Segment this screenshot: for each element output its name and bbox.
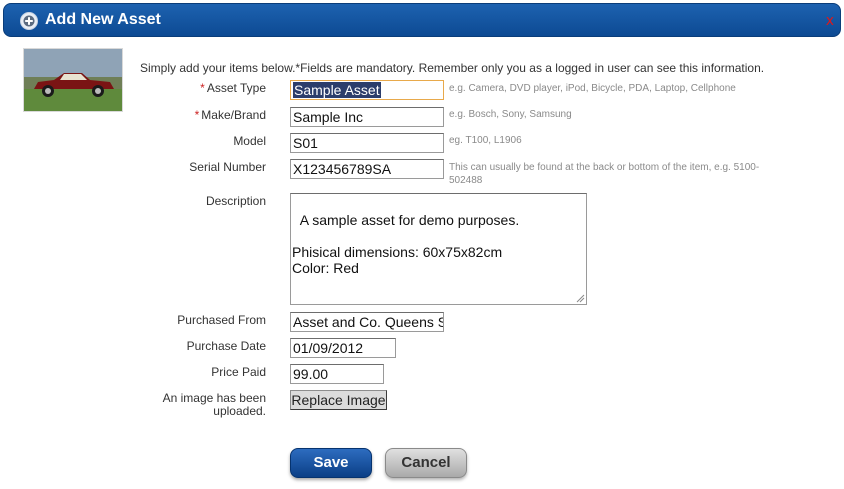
- purchase-date-input[interactable]: 01/09/2012: [290, 338, 396, 358]
- price-paid-label: Price Paid: [211, 365, 266, 379]
- replace-image-button[interactable]: Replace Image: [290, 390, 387, 410]
- serial-number-hint: This can usually be found at the back or…: [449, 162, 760, 186]
- asset-type-input[interactable]: Sample Asset: [290, 80, 444, 100]
- save-button[interactable]: Save: [290, 448, 372, 478]
- asset-type-label: * Asset Type: [200, 81, 266, 95]
- serial-number-input[interactable]: X123456789SA: [290, 159, 444, 179]
- required-marker: *: [200, 81, 205, 95]
- asset-thumbnail-image: [23, 48, 123, 112]
- model-hint: eg. T100, L1906: [449, 135, 522, 146]
- purchased-from-input[interactable]: Asset and Co. Queens S: [290, 312, 444, 332]
- description-text: A sample asset for demo purposes. Phisic…: [292, 212, 520, 276]
- asset-type-hint: e.g. Camera, DVD player, iPod, Bicycle, …: [449, 83, 736, 94]
- resize-grip-icon[interactable]: [576, 294, 585, 303]
- make-brand-label: * Make/Brand: [194, 108, 266, 122]
- model-input[interactable]: S01: [290, 133, 444, 153]
- dialog-title: Add New Asset: [45, 11, 161, 28]
- serial-number-label: Serial Number: [189, 160, 266, 174]
- price-paid-input[interactable]: 99.00: [290, 364, 384, 384]
- dialog-title-bar: Add New Asset x: [3, 3, 841, 37]
- purchase-date-label: Purchase Date: [186, 339, 266, 353]
- make-brand-input[interactable]: Sample Inc: [290, 107, 444, 127]
- description-label: Description: [205, 194, 266, 208]
- model-label: Model: [233, 134, 266, 148]
- make-brand-hint: e.g. Bosch, Sony, Samsung: [449, 109, 572, 120]
- purchased-from-label: Purchased From: [177, 313, 266, 327]
- description-textarea[interactable]: A sample asset for demo purposes. Phisic…: [290, 193, 587, 305]
- cancel-button[interactable]: Cancel: [385, 448, 467, 478]
- intro-text: Simply add your items below.*Fields are …: [140, 61, 765, 75]
- required-marker: *: [194, 108, 200, 122]
- close-icon[interactable]: x: [826, 13, 834, 29]
- add-icon: [20, 12, 38, 30]
- image-uploaded-label: An image has been uploaded.: [162, 391, 266, 418]
